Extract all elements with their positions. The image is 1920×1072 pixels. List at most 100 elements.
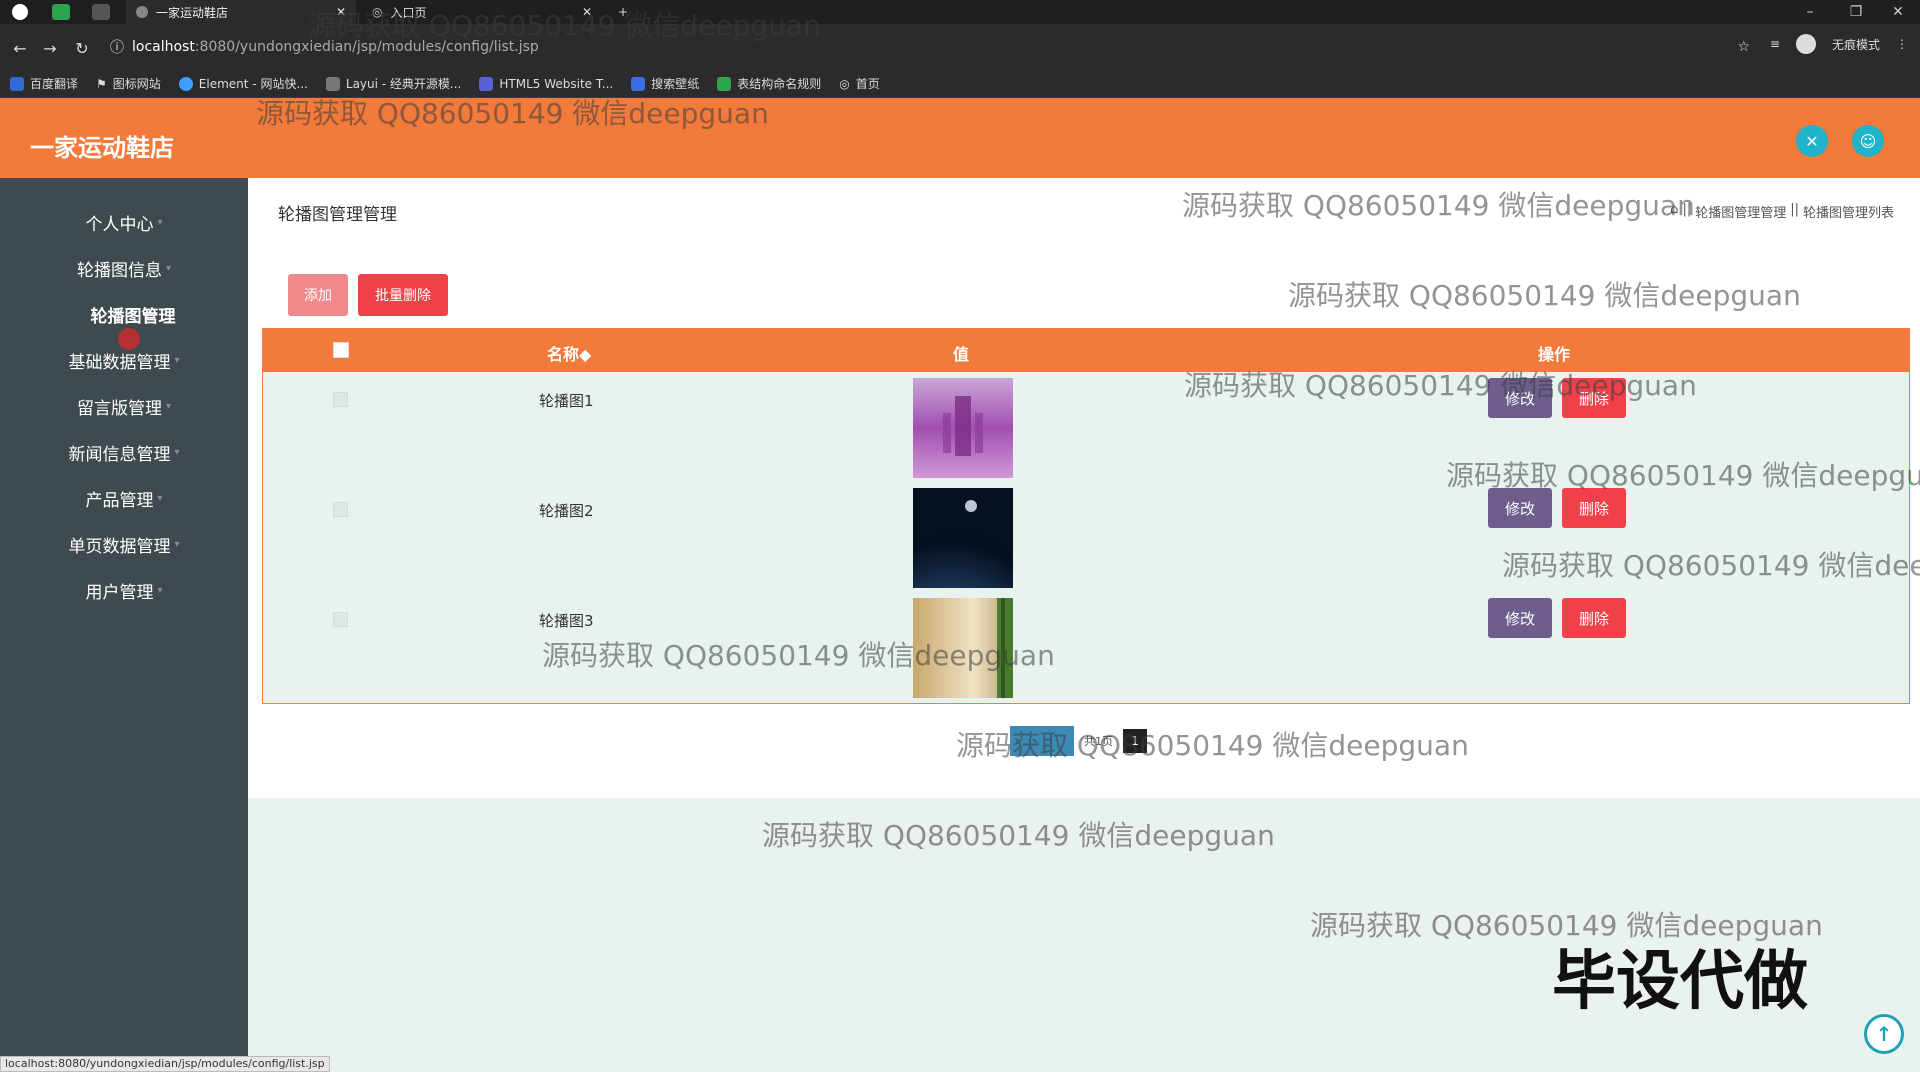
bookmark-item[interactable]: Element - 网站快... [178,75,308,92]
bookmark-item[interactable]: 百度翻译 [10,75,78,92]
flag-icon: ⚑ [96,76,107,91]
brand-title: 一家运动鞋店 [30,134,174,162]
sidebar-item-label: 用户管理 [85,582,154,603]
sidebar-item-label: 留言版管理 [76,398,162,419]
bookmark-label: Layui - 经典开源模... [345,77,462,91]
bookmark-label: 图标网站 [112,77,161,91]
pinned-tab-icon[interactable] [52,4,70,20]
bookmark-item[interactable]: Layui - 经典开源模... [325,75,462,92]
sidebar-item-news[interactable]: 新闻信息管理 ▾ [0,432,248,472]
bookmark-label: 百度翻译 [30,77,79,91]
bookmark-item[interactable]: HTML5 Website T... [479,76,614,91]
chrome-icon[interactable] [12,4,28,20]
tab-label: 一家运动鞋店 [156,5,229,20]
edit-button[interactable]: 修改 [1488,488,1552,528]
menu-icon[interactable]: ⋮ [1896,37,1908,51]
bookmark-icon [325,76,340,91]
chevron-down-icon: ▾ [165,262,172,274]
delete-button[interactable]: 删除 [1562,488,1626,528]
carousel-thumbnail[interactable] [913,488,1013,588]
reload-icon[interactable]: ↻ [70,36,94,60]
user-icon[interactable]: ☺ [1852,125,1884,157]
watermark-text: 源码获取 QQ86050149 微信deepguan [956,729,1469,762]
select-all-checkbox[interactable] [333,342,349,358]
reading-list-icon[interactable]: ≡ [1770,37,1780,51]
watermark-text: 源码获取 QQ86050149 微信deepguan [1182,189,1695,222]
arrow-up-icon: ↑ [1875,1022,1893,1046]
sidebar: 个人中心 ▾ 轮播图信息 ▾ 轮播图管理 基础数据管理 ▾ 留言版管理 ▾ 新闻信息管理… [0,178,248,1072]
edit-button[interactable]: 修改 [1488,598,1552,638]
watermark-text: 源码获取 QQ86050149 微信deepguan [1446,459,1920,492]
globe-icon: ◎ [839,76,850,91]
toolbar-right: ≡ 无痕模式 ⋮ [1770,34,1908,54]
promo-watermark: 毕设代做 [1552,945,1808,1019]
watermark-text: 源码获取 QQ86050149 微信deepguan [1502,549,1920,582]
sidebar-item-label: 新闻信息管理 [68,444,171,465]
watermark-text: 源码获取 QQ86050149 微信deepguan [762,819,1275,852]
chevron-down-icon: ▾ [157,584,163,596]
bookmark-label: HTML5 Website T... [499,76,614,91]
column-header-value: 值 [953,345,970,364]
back-icon[interactable]: ← [8,36,32,60]
chevron-down-icon: ▾ [174,538,180,550]
sidebar-item-products[interactable]: 产品管理 ▾ [0,478,248,518]
bookmark-label: 首页 [855,77,880,91]
bookmark-label: 表结构命名规则 [737,77,822,91]
sidebar-item-users[interactable]: 用户管理 ▾ [0,570,248,610]
browser-tab-strip: 一家运动鞋店 ✕ ◎ 入口页 ✕ + – ❐ ✕ [0,0,1920,24]
back-to-top-button[interactable]: ↑ [1864,1014,1904,1054]
row-name: 轮播图1 [539,392,594,410]
sidebar-item-single-page[interactable]: 单页数据管理 ▾ [0,524,248,564]
watermark-text: 源码获取 QQ86050149 微信deepguan [542,639,1055,672]
minimize-icon[interactable]: – [1788,0,1832,24]
incognito-icon[interactable] [1795,34,1816,54]
row-name: 轮播图2 [539,502,594,520]
row-checkbox[interactable] [333,502,348,517]
carousel-thumbnail[interactable] [913,378,1013,478]
bookmark-item[interactable]: ◎ 首页 [839,75,880,92]
watermark-text: 源码获取 QQ86050149 微信deepguan [1184,369,1697,402]
bookmark-item[interactable]: 表结构命名规则 [717,75,821,92]
chevron-down-icon: ▾ [165,400,172,412]
fullscreen-icon[interactable]: ✕ [1796,125,1828,157]
watermark-text: 源码获取 QQ86050149 微信deepguan [256,97,769,130]
row-checkbox[interactable] [333,612,348,627]
chevron-down-icon: ▾ [174,446,180,458]
chevron-down-icon: ▾ [174,354,180,366]
sidebar-item-label: 个人中心 [85,214,154,235]
bookmark-icon [10,76,24,91]
bookmark-icon [717,76,732,91]
sidebar-item-label: 轮播图信息 [76,260,162,281]
bookmark-label: 搜索壁纸 [651,77,700,91]
mute-icon[interactable] [92,4,110,20]
sidebar-item-label: 产品管理 [85,490,154,511]
info-icon[interactable]: ⓘ [110,37,124,57]
breadcrumb: ⌂ || 轮播图管理管理 || 轮播图管理列表 [1670,202,1894,221]
add-button[interactable]: 添加 [288,274,348,316]
sidebar-item-carousel-info[interactable]: 轮播图信息 ▾ [0,248,248,288]
star-icon[interactable]: ☆ [1737,39,1750,55]
sidebar-item-personal-center[interactable]: 个人中心 ▾ [0,202,248,242]
status-bar-url: localhost:8080/yundongxiedian/jsp/module… [0,1056,330,1072]
bookmark-item[interactable]: 搜索壁纸 [631,75,699,92]
watermark-text: 源码获取 QQ86050149 微信deepguan [308,9,821,42]
delete-button[interactable]: 删除 [1562,598,1626,638]
bookmark-icon [631,76,646,91]
address-toolbar: ← → ↻ ⓘ localhost:8080/yundongxiedian/js… [0,24,1920,70]
forward-icon[interactable]: → [38,36,62,60]
batch-delete-button[interactable]: 批量删除 [358,274,448,316]
watermark-text: 源码获取 QQ86050149 微信deepguan [1288,279,1801,312]
sidebar-item-message-board[interactable]: 留言版管理 ▾ [0,386,248,426]
window-close-icon[interactable]: ✕ [1876,0,1920,24]
sidebar-item-label: 单页数据管理 [68,536,171,557]
restore-icon[interactable]: ❐ [1834,0,1878,24]
bookmark-label: Element - 网站快... [198,77,308,91]
chevron-down-icon: ▾ [157,216,163,228]
breadcrumb-item[interactable]: 轮播图管理管理 [1695,202,1786,221]
profile-label[interactable]: 无痕模式 [1832,36,1880,53]
row-checkbox[interactable] [333,392,348,407]
breadcrumb-item: 轮播图管理列表 [1802,206,1894,221]
column-header-actions: 操作 [1538,345,1571,364]
column-header-name[interactable]: 名称◆ [547,341,591,365]
bookmark-item[interactable]: ⚑ 图标网站 [96,75,161,92]
